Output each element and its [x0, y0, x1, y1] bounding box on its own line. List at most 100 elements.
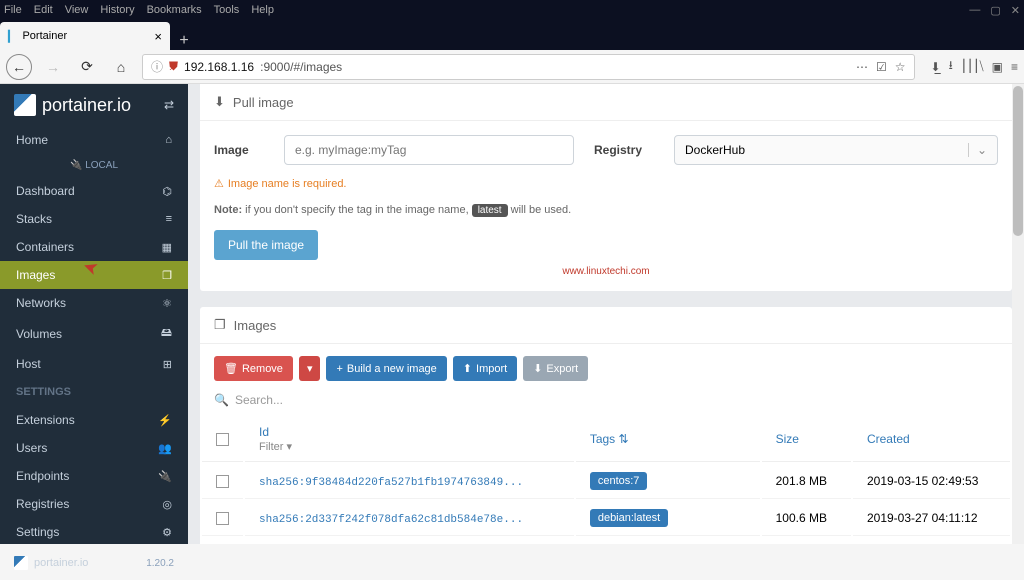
scrollbar-thumb[interactable]	[1013, 86, 1023, 236]
image-tag-badge[interactable]: centos:7	[590, 472, 648, 490]
browser-tab[interactable]: ▎ Portainer ×	[0, 22, 170, 50]
logo-text: portainer.io	[42, 95, 131, 116]
pull-image-button[interactable]: Pull the image	[214, 230, 318, 260]
sidebar-item-registries[interactable]: Registries◎	[0, 490, 188, 518]
upload-icon: ⬆	[463, 362, 472, 375]
url-input[interactable]: ⓘ ⛊̷ 192.168.1.16:9000/#/images ⋯ ☑ ☆	[142, 54, 915, 80]
row-checkbox[interactable]	[216, 475, 229, 488]
home-icon: ⌂	[165, 134, 172, 146]
containers-icon: ▦	[162, 241, 172, 254]
scrollbar[interactable]	[1012, 84, 1024, 544]
remove-button[interactable]: 🗑 Remove	[214, 356, 293, 381]
version-label: 1.20.2	[146, 558, 174, 569]
url-path: :9000/#/images	[260, 60, 342, 74]
url-host: 192.168.1.16	[184, 60, 254, 74]
images-header: ❐ Images	[200, 307, 1012, 344]
sidebar-item-users[interactable]: Users👥	[0, 434, 188, 462]
portainer-logo-icon	[14, 94, 36, 116]
image-id-link[interactable]: sha256:9f38484d220fa527b1fb1974763849...	[259, 477, 523, 489]
sidebar-item-extensions[interactable]: Extensions⚡	[0, 406, 188, 434]
build-image-button[interactable]: + Build a new image	[326, 356, 446, 381]
dashboard-icon: ⌬	[162, 185, 172, 198]
host-icon: ⊞	[163, 358, 172, 371]
sidebar-item-volumes[interactable]: Volumes🖴	[0, 317, 188, 350]
select-all-checkbox[interactable]	[216, 433, 229, 446]
menu-view[interactable]: View	[65, 4, 89, 16]
search-icon: 🔍	[214, 393, 229, 407]
images-panel: ❐ Images 🗑 Remove ▾ + Build a new image …	[200, 307, 1012, 544]
image-note: Note: Note: if you don't specify the tag…	[214, 204, 998, 216]
sidebar-item-images[interactable]: ➤ Images❐	[0, 261, 188, 289]
menu-tools[interactable]: Tools	[214, 4, 240, 16]
remove-dropdown-button[interactable]: ▾	[299, 356, 321, 381]
latest-tag-badge: latest	[472, 204, 508, 217]
main-content: ⬇ Pull image Image Registry DockerHub ⌄ …	[188, 84, 1024, 544]
col-id[interactable]: IdFilter ▾	[245, 417, 574, 462]
stacks-icon: ≡	[166, 213, 172, 225]
menu-history[interactable]: History	[100, 4, 134, 16]
filter-label[interactable]: Filter ▾	[259, 441, 292, 453]
bookmark-icon[interactable]: ☆	[895, 60, 906, 74]
menu-file[interactable]: File	[4, 4, 22, 16]
sidebar-item-host[interactable]: Host⊞	[0, 350, 188, 378]
chevron-down-icon: ⌄	[968, 143, 987, 157]
warning-icon: ⚠	[214, 177, 224, 190]
row-checkbox[interactable]	[216, 512, 229, 525]
image-size: 100.6 MB	[762, 501, 851, 536]
library-icon[interactable]: ⎮⎮⎮⧹	[961, 59, 984, 74]
sidebar-icon[interactable]: ▣	[992, 60, 1003, 74]
url-more-icon[interactable]: ⋯	[856, 60, 868, 74]
registry-select[interactable]: DockerHub ⌄	[674, 135, 998, 165]
app-menu-icon[interactable]: ≡	[1011, 60, 1018, 74]
image-created: 2019-03-05 10:11:17	[853, 538, 1010, 544]
reader-icon[interactable]: ☑	[876, 60, 887, 74]
reload-button[interactable]: ⟳	[74, 54, 100, 80]
footer-logo-icon	[14, 556, 28, 570]
sidebar-item-home[interactable]: Home ⌂	[0, 126, 188, 154]
import-button[interactable]: ⬆ Import	[453, 356, 517, 381]
col-tags[interactable]: Tags ⇅	[576, 417, 760, 462]
image-input[interactable]	[284, 135, 574, 165]
home-button[interactable]: ⌂	[108, 54, 134, 80]
image-id-link[interactable]: sha256:2d337f242f078dfa62c81db584e78e...	[259, 514, 523, 526]
window-close-icon[interactable]: ✕	[1011, 4, 1020, 17]
window-maximize-icon[interactable]: ▢	[990, 4, 1000, 17]
download-shelf-icon[interactable]: ⬇̲	[931, 60, 941, 74]
image-tag-badge[interactable]: debian:latest	[590, 509, 668, 527]
browser-tabbar: ▎ Portainer × +	[0, 20, 1024, 50]
back-button[interactable]: ←	[6, 54, 32, 80]
tab-close-icon[interactable]: ×	[154, 29, 162, 44]
extensions-icon: ⚡	[158, 414, 172, 427]
menu-help[interactable]: Help	[251, 4, 274, 16]
images-search[interactable]: 🔍 Search...	[200, 393, 1012, 415]
table-row: sha256:9f38484d220fa527b1fb1974763849...…	[202, 464, 1010, 499]
plus-icon: +	[336, 363, 342, 375]
col-created[interactable]: Created	[853, 417, 1010, 462]
sidebar-item-settings[interactable]: Settings⚙	[0, 518, 188, 546]
sort-icon: ⇅	[619, 432, 629, 446]
logo[interactable]: portainer.io ⇄	[0, 84, 188, 126]
images-table: IdFilter ▾ Tags ⇅ Size Created sha256:9f…	[200, 415, 1012, 544]
export-button[interactable]: ⬇ Export	[523, 356, 588, 381]
settings-icon: ⚙	[162, 526, 172, 539]
filter-icon: ▾	[287, 441, 293, 453]
trash-icon: 🗑	[224, 362, 238, 375]
sidebar-item-networks[interactable]: Networks⚛	[0, 289, 188, 317]
sidebar-collapse-icon[interactable]: ⇄	[164, 98, 174, 112]
forward-button[interactable]: →	[40, 54, 66, 80]
info-icon[interactable]: ⓘ	[151, 58, 163, 75]
image-label: Image	[214, 143, 264, 157]
menu-edit[interactable]: Edit	[34, 4, 53, 16]
table-row: sha256:2d337f242f078dfa62c81db584e78e...…	[202, 501, 1010, 536]
sidebar-item-endpoints[interactable]: Endpoints🔌	[0, 462, 188, 490]
downloads-icon[interactable]: ⭳	[949, 56, 953, 77]
clone-icon: ❐	[214, 317, 226, 333]
col-size[interactable]: Size	[762, 417, 851, 462]
menu-bookmarks[interactable]: Bookmarks	[147, 4, 202, 16]
sidebar-item-stacks[interactable]: Stacks≡	[0, 205, 188, 233]
image-size: 201.8 MB	[762, 464, 851, 499]
window-minimize-icon[interactable]: —	[969, 4, 980, 17]
sidebar-item-dashboard[interactable]: Dashboard⌬	[0, 177, 188, 205]
caret-down-icon: ▾	[307, 362, 313, 375]
new-tab-button[interactable]: +	[170, 32, 198, 50]
